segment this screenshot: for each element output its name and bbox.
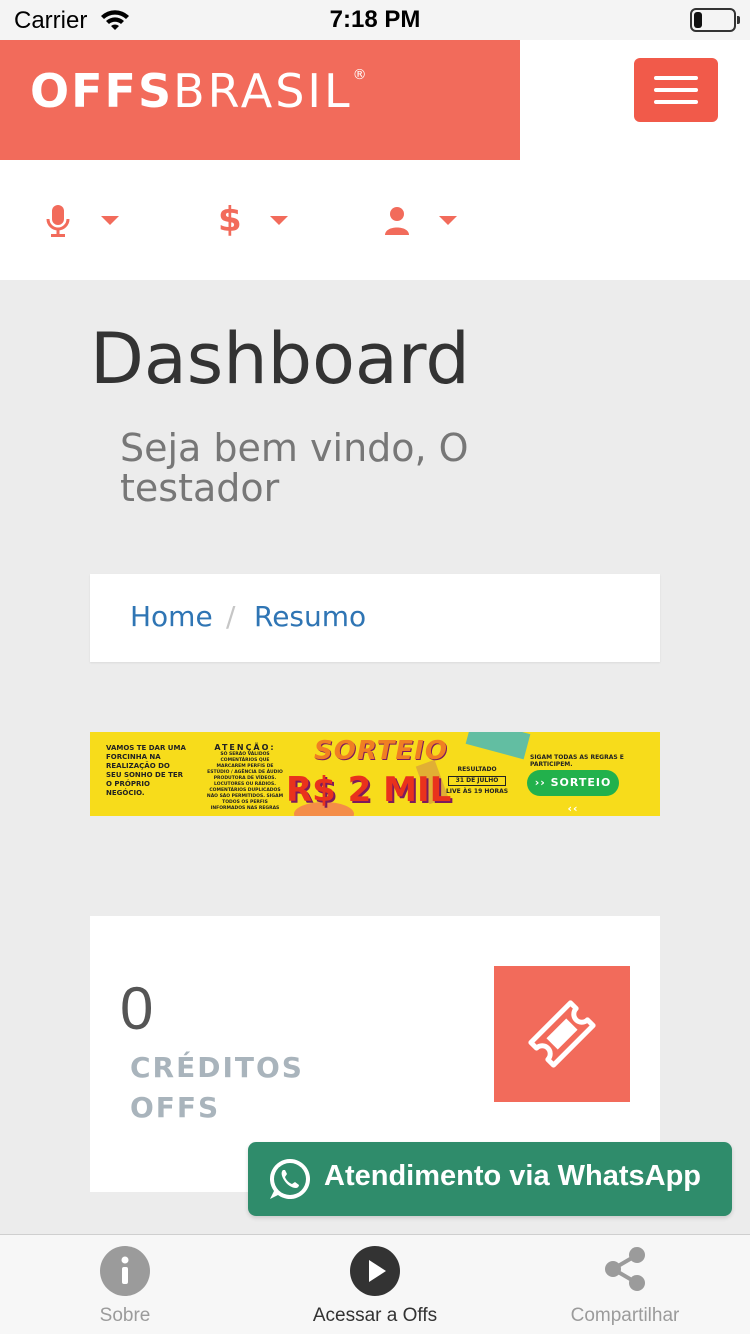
battery-level [694,12,702,28]
hamburger-line [654,100,698,104]
logo[interactable]: OFFSBRASIL® [30,68,369,114]
chevron-down-icon [101,216,119,225]
promo-banner[interactable]: VAMOS TE DAR UMA FORCINHA NA REALIZAÇÃO … [90,732,660,816]
banner-decoration [465,732,531,760]
microphone-icon [46,205,70,237]
tab-sobre[interactable]: Sobre [0,1235,250,1334]
banner-rules-text: SIGAM TODAS AS REGRAS E PARTICIPEM. [530,754,624,768]
banner-attention-title: ATENÇÃO: [214,743,276,752]
info-icon [100,1246,150,1296]
banner-attention-text: SÓ SERÃO VÁLIDOS COMENTÁRIOS QUE MARCARE… [206,752,284,811]
battery-icon [690,8,740,32]
logo-sub: BRASIL [173,64,353,118]
dollar-dropdown[interactable]: $ [216,196,296,244]
hamburger-line [654,88,698,92]
share-icon [605,1247,645,1291]
banner-result-label: RESULTADO [457,766,497,773]
tab-label: Sobre [99,1305,151,1326]
tab-label: Acessar a Offs [312,1305,438,1326]
tab-label: Compartilhar [570,1305,680,1326]
chevron-down-icon [439,216,457,225]
whatsapp-label: Atendimento via WhatsApp [324,1160,702,1192]
breadcrumb-current[interactable]: Resumo [254,600,366,633]
page-title: Dashboard [90,318,470,400]
banner-left-text: VAMOS TE DAR UMA FORCINHA NA REALIZAÇÃO … [106,744,186,797]
logo-registered: ® [352,67,369,83]
banner-prize: R$ 2 MIL [286,770,452,810]
status-bar: Carrier 7:18 PM [0,0,750,40]
status-time: 7:18 PM [329,6,421,33]
banner-result: RESULTADO 31 DE JULHO LIVE ÀS 19 HORAS [442,766,512,796]
play-icon [350,1246,400,1296]
whatsapp-icon [270,1159,310,1199]
welcome-message: Seja bem vindo, O testador [120,426,469,510]
credits-icon-box [494,966,630,1102]
chevron-down-icon [270,216,288,225]
hamburger-menu-button[interactable] [634,58,718,122]
banner-sorteio-title: SORTEIO [314,736,448,766]
credits-value: 0 [120,975,154,1042]
banner-result-time: LIVE ÀS 19 HORAS [445,788,509,795]
breadcrumb-separator: / [226,600,236,633]
banner-result-date: 31 DE JULHO [448,776,506,786]
tab-compartilhar[interactable]: Compartilhar [500,1235,750,1334]
ticket-icon [528,1000,596,1068]
user-dropdown[interactable] [384,196,464,244]
banner-sorteio-button[interactable]: ›› SORTEIO ‹‹ [527,770,619,815]
banner-attention: ATENÇÃO: SÓ SERÃO VÁLIDOS COMENTÁRIOS QU… [206,744,284,812]
tab-acessar-offs[interactable]: Acessar a Offs [250,1235,500,1334]
whatsapp-support-button[interactable]: Atendimento via WhatsApp [248,1142,732,1216]
tab-bar: Sobre Acessar a Offs Compartilhar [0,1234,750,1334]
hamburger-line [654,76,698,80]
brand-bar: OFFSBRASIL® [0,40,520,160]
breadcrumb: Home / Resumo [90,574,660,662]
logo-main: OFFS [30,64,174,118]
credits-label: CRÉDITOS OFFS [130,1051,304,1124]
microphone-dropdown[interactable] [44,196,124,244]
dollar-icon: $ [218,200,242,240]
breadcrumb-home-link[interactable]: Home [130,600,213,633]
user-icon [385,207,409,235]
